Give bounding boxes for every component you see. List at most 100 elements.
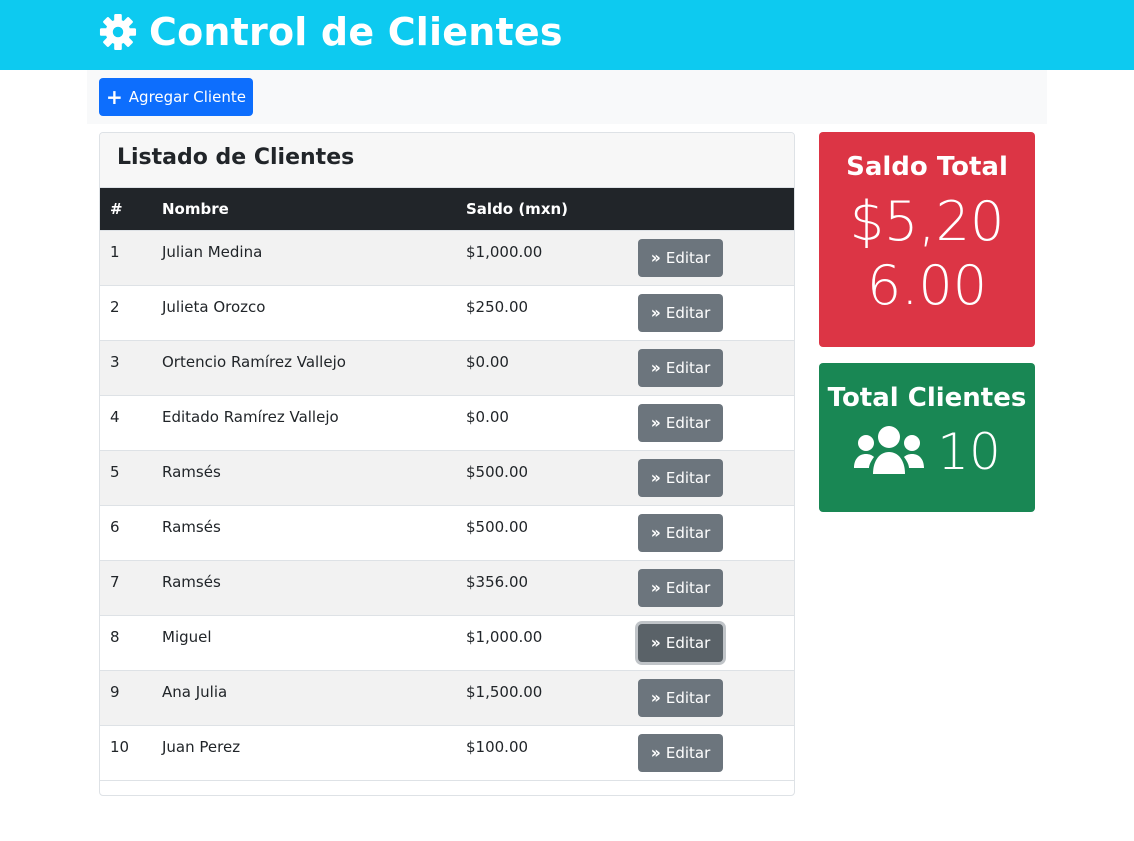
row-name: Ramsés (152, 559, 456, 615)
row-name: Julian Medina (152, 229, 456, 285)
edit-button[interactable]: ›› Editar (638, 403, 723, 442)
table-row: 5 Ramsés $500.00 ›› Editar (100, 449, 794, 505)
row-name: Ramsés (152, 504, 456, 560)
double-chevron-right-icon: ›› (650, 248, 661, 267)
row-actions: ›› Editar (628, 339, 794, 395)
edit-label: Editar (665, 523, 711, 542)
total-clients-value: 10 (937, 423, 1001, 481)
row-actions: ›› Editar (628, 229, 794, 285)
double-chevron-right-icon: ›› (650, 468, 661, 487)
edit-button[interactable]: ›› Editar (638, 733, 723, 772)
clients-card-header: Listado de Clientes (100, 133, 794, 188)
edit-button[interactable]: ›› Editar (638, 678, 723, 717)
table-row: 8 Miguel $1,000.00 ›› Editar (100, 614, 794, 670)
table-row: 4 Editado Ramírez Vallejo $0.00 ›› Editar (100, 394, 794, 450)
row-actions: ›› Editar (628, 394, 794, 450)
double-chevron-right-icon: ›› (650, 578, 661, 597)
double-chevron-right-icon: ›› (650, 743, 661, 762)
total-balance-card: Saldo Total $5,206.00 (819, 132, 1035, 347)
page-title: Control de Clientes (149, 10, 563, 54)
row-actions: ›› Editar (628, 504, 794, 560)
edit-button[interactable]: ›› Editar (638, 513, 723, 552)
table-row: 9 Ana Julia $1,500.00 ›› Editar (100, 669, 794, 725)
edit-label: Editar (665, 358, 711, 377)
row-balance: $250.00 (456, 284, 628, 340)
row-balance: $1,500.00 (456, 669, 628, 725)
double-chevron-right-icon: ›› (650, 523, 661, 542)
clients-list-title: Listado de Clientes (117, 145, 355, 170)
table-row: 3 Ortencio Ramírez Vallejo $0.00 ›› Editar (100, 339, 794, 395)
row-actions: ›› Editar (628, 559, 794, 615)
row-actions: ›› Editar (628, 724, 794, 781)
table-header-row: # Nombre Saldo (mxn) (100, 188, 794, 230)
total-clients-card: Total Clientes 10 (819, 363, 1035, 512)
row-name: Juan Perez (152, 724, 456, 781)
edit-button[interactable]: ›› Editar (638, 568, 723, 607)
double-chevron-right-icon: ›› (650, 633, 661, 652)
edit-label: Editar (665, 413, 711, 432)
total-balance-title: Saldo Total (846, 152, 1008, 182)
double-chevron-right-icon: ›› (650, 358, 661, 377)
column-header-actions (628, 188, 794, 230)
add-client-button[interactable]: + Agregar Cliente (99, 78, 253, 116)
row-number: 8 (100, 614, 152, 670)
column-header-number: # (100, 188, 152, 230)
edit-label: Editar (665, 303, 711, 322)
edit-label: Editar (665, 743, 711, 762)
column-header-balance: Saldo (mxn) (456, 188, 628, 230)
row-actions: ›› Editar (628, 614, 794, 670)
row-number: 1 (100, 229, 152, 285)
edit-button[interactable]: ›› Editar (638, 458, 723, 497)
row-balance: $0.00 (456, 339, 628, 395)
row-balance: $0.00 (456, 394, 628, 450)
row-number: 3 (100, 339, 152, 395)
edit-button[interactable]: ›› Editar (638, 293, 723, 332)
gear-icon (99, 13, 137, 51)
edit-button[interactable]: ›› Editar (638, 238, 723, 277)
edit-label: Editar (665, 633, 711, 652)
double-chevron-right-icon: ›› (650, 413, 661, 432)
table-row: 6 Ramsés $500.00 ›› Editar (100, 504, 794, 560)
row-name: Ana Julia (152, 669, 456, 725)
edit-label: Editar (665, 248, 711, 267)
column-header-name: Nombre (152, 188, 456, 230)
double-chevron-right-icon: ›› (650, 688, 661, 707)
edit-label: Editar (665, 578, 711, 597)
users-icon (853, 424, 925, 480)
clients-table: # Nombre Saldo (mxn) 1 Julian Medina $1,00… (100, 188, 794, 781)
row-balance: $356.00 (456, 559, 628, 615)
clients-table-body: 1 Julian Medina $1,000.00 ›› Editar 2 Julieta … (100, 229, 794, 781)
row-number: 10 (100, 724, 152, 781)
clients-card: Listado de Clientes # Nombre Saldo (mxn)… (99, 132, 795, 796)
table-row: 1 Julian Medina $1,000.00 ›› Editar (100, 229, 794, 285)
row-name: Miguel (152, 614, 456, 670)
row-actions: ›› Editar (628, 669, 794, 725)
row-name: Ramsés (152, 449, 456, 505)
row-name: Ortencio Ramírez Vallejo (152, 339, 456, 395)
row-number: 5 (100, 449, 152, 505)
total-balance-value: $5,206.00 (849, 190, 1005, 317)
edit-label: Editar (665, 468, 711, 487)
plus-icon: + (106, 85, 123, 109)
row-number: 4 (100, 394, 152, 450)
edit-button[interactable]: ›› Editar (638, 348, 723, 387)
row-balance: $1,000.00 (456, 229, 628, 285)
row-number: 7 (100, 559, 152, 615)
double-chevron-right-icon: ›› (650, 303, 661, 322)
row-number: 9 (100, 669, 152, 725)
table-row: 10 Juan Perez $100.00 ›› Editar (100, 724, 794, 781)
row-balance: $500.00 (456, 449, 628, 505)
row-balance: $1,000.00 (456, 614, 628, 670)
table-row: 2 Julieta Orozco $250.00 ›› Editar (100, 284, 794, 340)
edit-label: Editar (665, 688, 711, 707)
table-row: 7 Ramsés $356.00 ›› Editar (100, 559, 794, 615)
row-number: 2 (100, 284, 152, 340)
row-actions: ›› Editar (628, 284, 794, 340)
edit-button[interactable]: ›› Editar (638, 623, 723, 662)
row-actions: ›› Editar (628, 449, 794, 505)
total-clients-row: 10 (819, 423, 1035, 481)
actions-bar: + Agregar Cliente (87, 70, 1047, 124)
add-client-label: Agregar Cliente (128, 88, 246, 106)
header-brand: Control de Clientes (99, 10, 563, 54)
row-balance: $500.00 (456, 504, 628, 560)
